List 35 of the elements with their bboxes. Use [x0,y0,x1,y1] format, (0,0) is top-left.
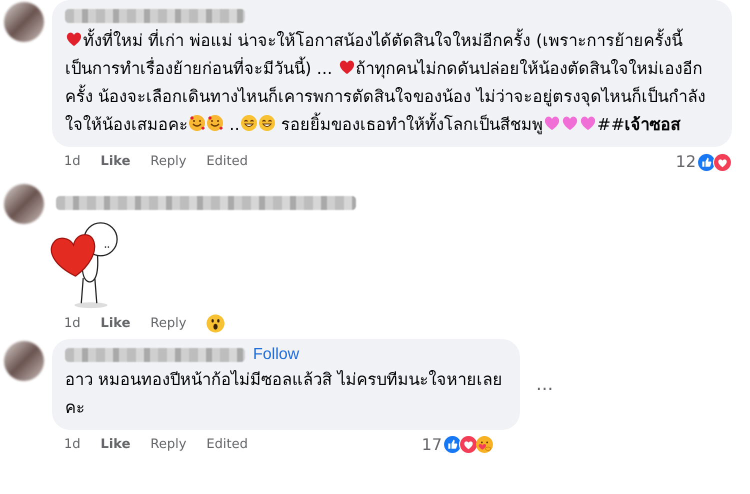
heart-emoji-icon [561,114,579,132]
reply-link[interactable]: Reply [150,434,186,454]
comment-time[interactable]: 1d [64,152,81,172]
avatar-placeholder[interactable] [4,340,44,380]
like-reaction-icon [443,435,462,454]
heart-emoji-icon [338,58,356,76]
smiling-face-hearts-icon [188,114,206,132]
comment-text: อาว หมอนทองปีหน้าก้อไม่มีซอลแล้วสิ ไม่ครบทีมนะใจหายเลยคะ [65,368,504,418]
surprised-face-reaction-icon [206,314,226,334]
grinning-face-icon [258,114,276,132]
reply-link[interactable]: Reply [150,314,186,334]
smiling-face-hearts-icon [206,114,224,132]
edited-label[interactable]: Edited [206,152,248,172]
like-link[interactable]: Like [100,434,130,454]
hugging-face-reaction-icon [475,435,494,454]
avatar-placeholder[interactable] [4,2,44,42]
heart-emoji-icon [543,114,561,132]
reaction-count[interactable]: 12 [676,150,696,174]
comment-time[interactable]: 1d [64,314,81,334]
grinning-face-icon [240,114,258,132]
like-reaction-icon [697,152,716,172]
comment-text: ทั้งที่ใหม่ ที่เก่า พ่อแม่ น่าจะให้โอกาสน้องได้ตัดสินใจใหม่อีกครั้ง (เพราะการย้ายครั้งนี้เป็นการทำเรื่องย้ายก่อนที่จะมีวันนี้) ... ถ้าทุกคนไม่กดดันปล่อยให้น้องตัดสินใจใหม่เองอีกครั้ง น้องจะเลือกเดินทางไหนก็เคารพการตัดสินใจของน้อง ไม่ว่าจะอยู่ตรงจุดไหนก็เป็นกำลังใจให้น้องเสมอคะ .. รอยยิ้มของเธอทำให้ทั้งโลกเป็นสีชมพู ##เจ้าซอส [65,27,719,139]
like-link[interactable]: Like [100,314,130,334]
like-link[interactable]: Like [100,152,130,172]
love-reaction-icon [713,152,732,172]
reaction-count[interactable]: 17 [422,432,442,456]
more-options-icon[interactable]: ... [536,370,554,398]
comment-time[interactable]: 1d [64,434,81,454]
heart-emoji-icon [65,30,83,48]
love-reaction-icon [459,435,478,454]
avatar-placeholder[interactable] [4,184,44,224]
edited-label[interactable]: Edited [206,434,248,454]
follow-link[interactable]: Follow [253,342,300,366]
reply-link[interactable]: Reply [150,152,186,172]
heart-emoji-icon [579,114,597,132]
